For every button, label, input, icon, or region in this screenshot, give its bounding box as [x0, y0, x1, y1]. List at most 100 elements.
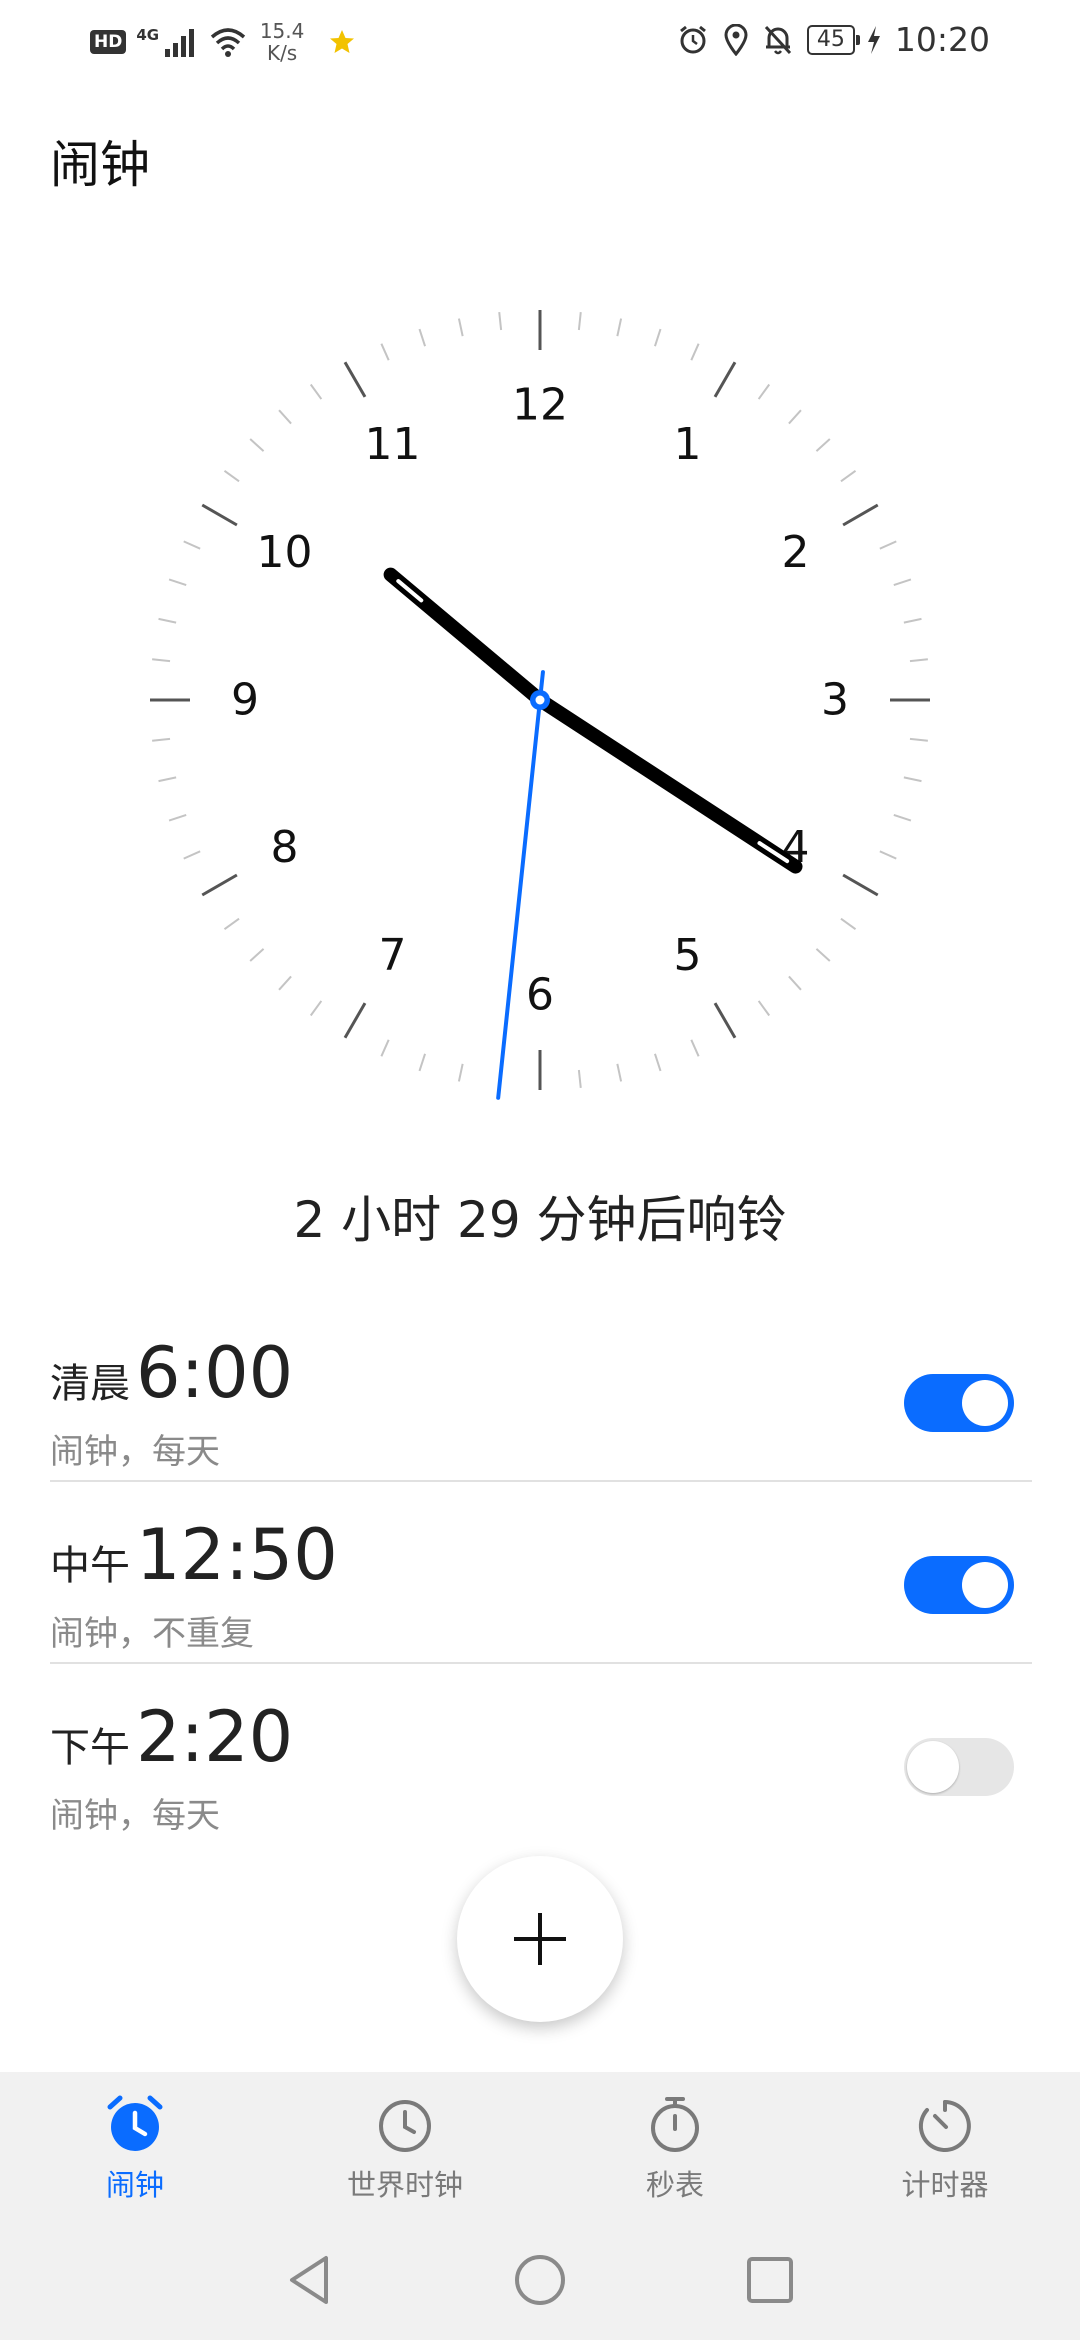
- major-tick: [201, 503, 238, 527]
- alarm-time: 12:50: [136, 1514, 338, 1596]
- back-icon[interactable]: [280, 2250, 340, 2310]
- add-alarm-button[interactable]: [457, 1856, 623, 2022]
- minor-tick: [577, 1069, 582, 1088]
- alarm-list: 清晨 6:00 闹钟，每天 中午 12:50 闹钟，不重复 下午 2:20 闹钟…: [50, 1300, 1032, 1844]
- stopwatch-icon: [651, 2097, 699, 2152]
- analog-clock: 12 1 2 3 4 5 6 7 8 9 10 11: [140, 300, 940, 1100]
- world-clock-icon: [379, 2100, 431, 2152]
- alarm-item[interactable]: 中午 12:50 闹钟，不重复: [50, 1482, 1032, 1664]
- tab-world-clock[interactable]: 世界时钟: [270, 2072, 540, 2222]
- minor-tick: [168, 578, 187, 586]
- tab-label: 闹钟: [105, 2168, 164, 2202]
- second-hand: [496, 670, 545, 1100]
- tab-stopwatch[interactable]: 秒表: [540, 2072, 810, 2222]
- minor-tick: [840, 469, 857, 483]
- clock-number: 10: [257, 527, 313, 578]
- star-icon: [330, 30, 355, 53]
- alarm-time-group: 清晨 6:00: [50, 1332, 293, 1414]
- tab-alarm[interactable]: 闹钟: [0, 2072, 270, 2222]
- minor-tick: [690, 343, 700, 361]
- minor-tick: [616, 1063, 623, 1082]
- speed-value: 15.4: [259, 19, 305, 43]
- minor-tick: [380, 1039, 390, 1057]
- alarm-time-group: 中午 12:50: [50, 1514, 338, 1596]
- minor-tick: [158, 776, 177, 783]
- network-speed: 15.4 K/s: [257, 20, 307, 64]
- clock-number: 9: [231, 675, 259, 726]
- status-right: 45 10:20: [677, 20, 990, 59]
- tab-timer[interactable]: 计时器: [810, 2072, 1080, 2222]
- minor-tick: [903, 776, 922, 783]
- clock-number: 8: [271, 822, 299, 873]
- page-title: 闹钟: [50, 136, 150, 194]
- minor-tick: [893, 814, 912, 822]
- minor-tick: [909, 658, 928, 663]
- location-icon: [724, 23, 748, 56]
- tab-label: 计时器: [901, 2168, 989, 2202]
- minor-tick: [654, 1053, 662, 1072]
- minor-tick: [616, 318, 623, 337]
- alarm-repeat: 闹钟，每天: [50, 1796, 220, 1836]
- toggle-knob: [962, 1562, 1008, 1608]
- toggle-knob: [962, 1380, 1008, 1426]
- alarm-toggle[interactable]: [904, 1374, 1014, 1432]
- minor-tick: [498, 312, 503, 331]
- minor-tick: [309, 383, 323, 400]
- charging-icon: [867, 25, 880, 54]
- minor-tick: [152, 737, 171, 742]
- battery-level: 45: [806, 24, 860, 55]
- minor-tick: [249, 948, 265, 962]
- tab-label: 秒表: [645, 2168, 704, 2202]
- status-time: 10:20: [894, 20, 990, 59]
- minor-tick: [757, 1000, 771, 1017]
- minor-tick: [654, 328, 662, 347]
- clock-number: 7: [379, 930, 407, 981]
- minor-tick: [418, 328, 426, 347]
- alarm-toggle[interactable]: [904, 1556, 1014, 1614]
- minor-tick: [183, 850, 201, 860]
- minor-tick: [158, 617, 177, 624]
- alarm-repeat: 闹钟，每天: [50, 1432, 220, 1472]
- clock-number: 1: [674, 419, 702, 470]
- major-tick: [343, 361, 367, 398]
- center-dot: [535, 695, 545, 705]
- clock-number: 2: [781, 527, 809, 578]
- alarm-clock-icon: [107, 2095, 163, 2151]
- major-tick: [713, 1002, 737, 1039]
- alarm-time: 6:00: [136, 1332, 294, 1414]
- minor-tick: [183, 540, 201, 550]
- status-bar: HD 4G 15.4 K/s 45 10:20: [0, 0, 1080, 84]
- home-icon[interactable]: [510, 2250, 570, 2310]
- hd-badge: HD: [90, 30, 127, 54]
- minute-hand: [533, 693, 803, 874]
- status-left: HD 4G 15.4 K/s: [90, 20, 357, 64]
- plus-icon: [514, 1913, 566, 1965]
- minor-tick: [909, 737, 928, 742]
- alarm-time: 2:20: [136, 1696, 294, 1778]
- alarm-period: 中午: [50, 1543, 130, 1589]
- minor-tick: [223, 469, 240, 483]
- clock-face: 121234567891011: [150, 310, 930, 1100]
- alarm-item[interactable]: 清晨 6:00 闹钟，每天: [50, 1300, 1032, 1482]
- alarm-item[interactable]: 下午 2:20 闹钟，每天: [50, 1664, 1032, 1844]
- wifi-icon: [210, 28, 246, 57]
- system-nav-bar: [0, 2222, 1080, 2340]
- minor-tick: [380, 343, 390, 361]
- minor-tick: [757, 383, 771, 400]
- minor-tick: [879, 540, 897, 550]
- major-tick: [201, 873, 238, 897]
- timer-icon: [918, 2100, 971, 2152]
- minor-tick: [418, 1053, 426, 1072]
- bottom-nav: 闹钟 世界时钟 秒表 计时器: [0, 2072, 1080, 2222]
- minor-tick: [879, 850, 897, 860]
- alarm-period: 下午: [50, 1725, 130, 1771]
- recent-apps-icon[interactable]: [740, 2250, 800, 2310]
- major-tick: [842, 873, 879, 897]
- minor-tick: [903, 617, 922, 624]
- alarm-toggle[interactable]: [904, 1738, 1014, 1796]
- clock-number: 6: [526, 970, 554, 1021]
- minor-tick: [152, 658, 171, 663]
- mute-icon: [764, 25, 791, 54]
- toggle-knob: [907, 1741, 959, 1793]
- network-type: 4G: [136, 26, 160, 44]
